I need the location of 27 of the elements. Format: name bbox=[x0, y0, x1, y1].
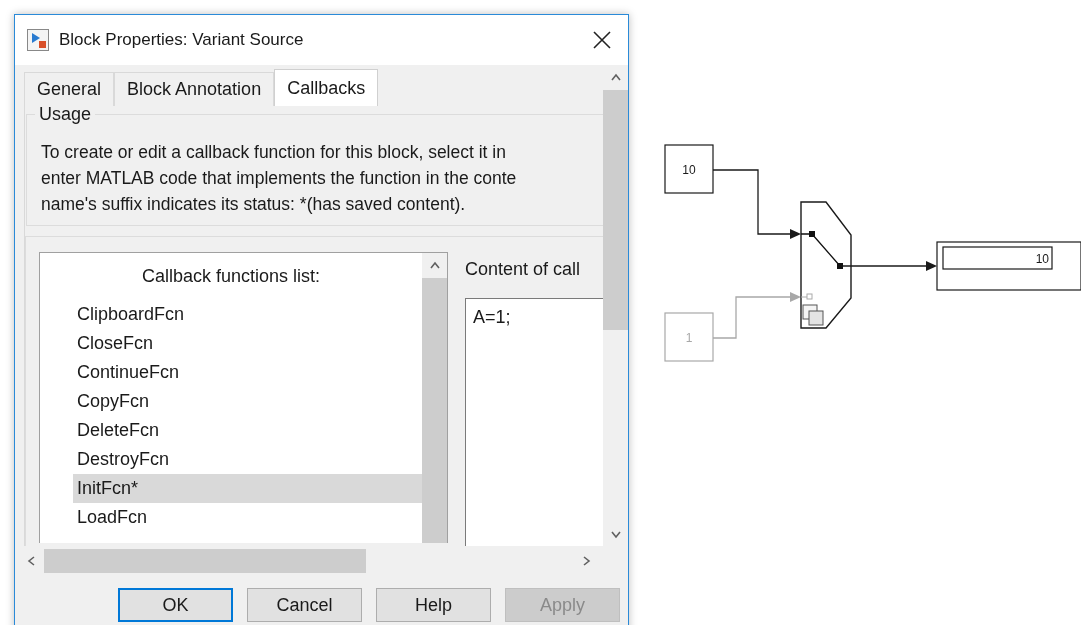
constant-block: 1 bbox=[664, 312, 714, 362]
list-item[interactable]: CloseFcn bbox=[73, 329, 422, 358]
list-item[interactable]: ContinueFcn bbox=[73, 358, 422, 387]
app-icon bbox=[27, 29, 49, 51]
scroll-thumb[interactable] bbox=[603, 90, 628, 330]
list-title: Callback functions list: bbox=[140, 265, 322, 288]
group-label: Usage bbox=[35, 104, 96, 125]
constant-block: 10 bbox=[664, 144, 714, 194]
usage-description: To create or edit a callback function for this block, select it in enter MATLAB code that implements the function in the conte name's suffix indicates its status: *(has saved content). bbox=[41, 141, 518, 216]
dialog-button[interactable]: OK bbox=[118, 588, 233, 622]
list-item[interactable]: ClipboardFcn bbox=[73, 300, 422, 329]
dialog-button[interactable]: Cancel bbox=[247, 588, 362, 622]
tab[interactable]: Callbacks bbox=[274, 69, 379, 106]
content-label: Content of call bbox=[465, 259, 582, 281]
list-item[interactable]: DestroyFcn bbox=[73, 445, 422, 474]
window-title: Block Properties: Variant Source bbox=[59, 30, 305, 50]
tab[interactable]: General bbox=[24, 72, 115, 106]
code-field[interactable]: A=1; bbox=[465, 298, 603, 546]
list-item[interactable]: CopyFcn bbox=[73, 387, 422, 416]
dialog-button[interactable]: Help bbox=[376, 588, 491, 622]
list-item[interactable]: DeleteFcn bbox=[73, 416, 422, 445]
close-icon bbox=[592, 30, 612, 50]
list-item[interactable]: InitFcn* bbox=[73, 474, 422, 503]
tab[interactable]: Block Annotation bbox=[114, 72, 275, 106]
scroll-thumb[interactable] bbox=[44, 549, 366, 573]
list-item[interactable]: LoadFcn bbox=[73, 503, 422, 532]
display-block: 10 bbox=[936, 241, 1081, 291]
